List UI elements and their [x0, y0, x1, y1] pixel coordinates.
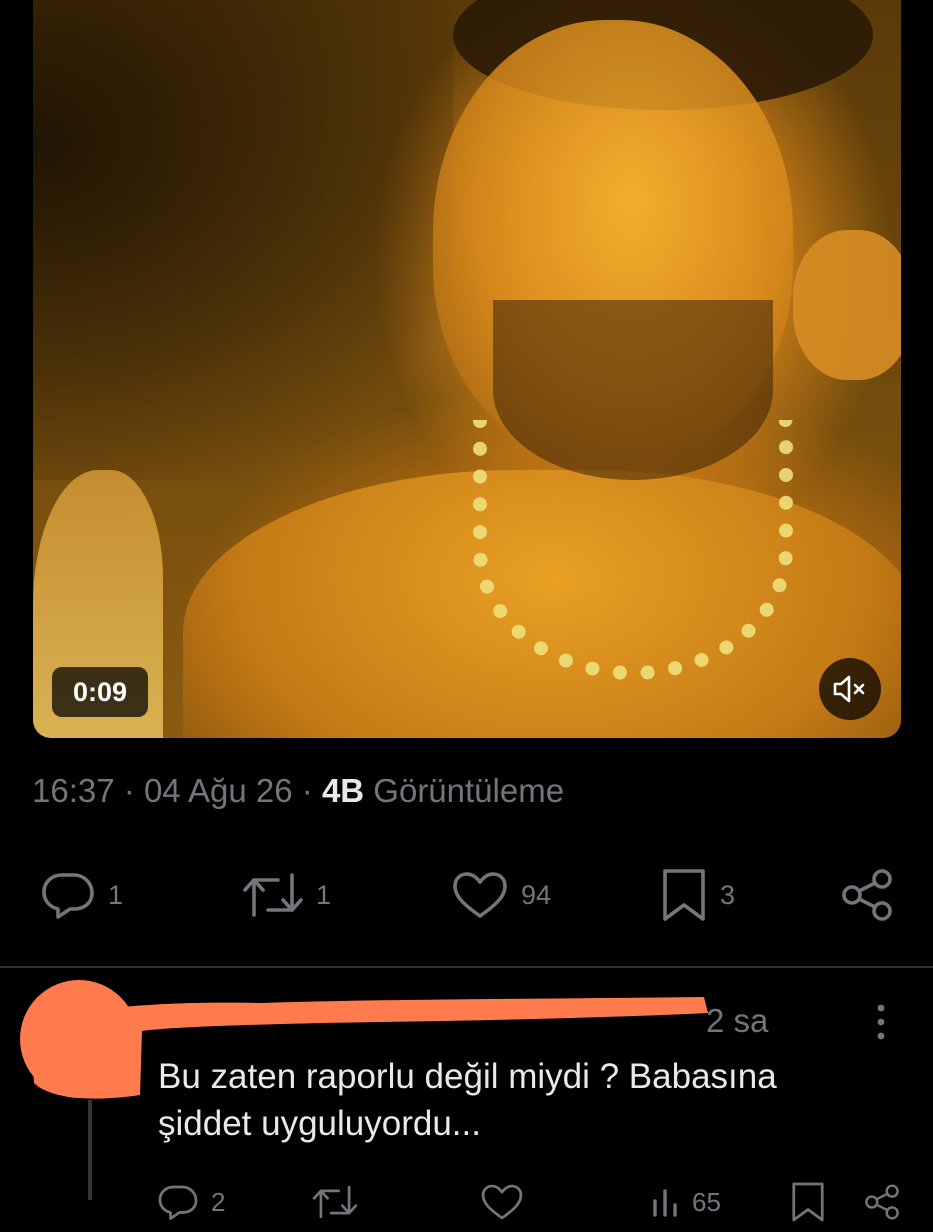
reply-button[interactable]: 1 [40, 865, 123, 925]
video-timer: 0:09 [52, 667, 149, 717]
reply-bookmark-button[interactable] [790, 1172, 826, 1232]
tweet-time[interactable]: 16:37 [32, 772, 115, 809]
like-count: 94 [521, 879, 552, 910]
reply-retweet-button[interactable] [312, 1172, 358, 1232]
meta-separator: · [123, 772, 135, 809]
share-button[interactable] [838, 865, 896, 925]
tweet-action-bar: 1 1 94 3 [0, 865, 933, 925]
reply-share-button[interactable] [862, 1172, 902, 1232]
bookmark-count: 3 [720, 879, 736, 910]
retweet-button[interactable]: 1 [242, 865, 331, 925]
bookmark-icon [663, 869, 705, 921]
share-icon [865, 1184, 899, 1220]
avatar[interactable] [20, 980, 138, 1098]
views-label: Görüntüleme [373, 772, 565, 809]
reply-views-count: 65 [692, 1186, 721, 1217]
tweet-video[interactable] [33, 0, 901, 738]
tweet-date[interactable]: 04 Ağu 26 [144, 772, 293, 809]
views-count[interactable]: 4B [322, 772, 364, 809]
thread-line [88, 1100, 92, 1200]
bookmark-icon [792, 1182, 824, 1222]
retweet-icon [243, 873, 303, 917]
bookmark-button[interactable]: 3 [660, 865, 735, 925]
speaker-muted-icon [833, 675, 865, 703]
share-icon [842, 869, 892, 921]
reply-text-line: şiddet uyguluyordu... [158, 1104, 481, 1143]
reply-time[interactable]: 2 sa [706, 1002, 768, 1040]
reply-count: 1 [108, 879, 124, 910]
mute-button[interactable] [819, 658, 881, 720]
section-divider [0, 966, 933, 968]
reply-icon [158, 1185, 198, 1220]
video-shadow [33, 0, 453, 480]
retweet-icon [312, 1185, 358, 1219]
like-icon [481, 1184, 523, 1220]
video-gold-chain [473, 420, 793, 680]
reply-reply-count: 2 [211, 1186, 226, 1217]
video-hand [793, 230, 901, 380]
meta-separator: · [301, 772, 313, 809]
tweet-meta: 16:37 · 04 Ağu 26 · 4B Görüntüleme [32, 772, 564, 810]
more-options-icon[interactable] [866, 1002, 896, 1042]
retweet-count: 1 [316, 879, 332, 910]
like-icon [453, 872, 507, 918]
reply-text: Bu zaten raporlu değil miydi ? Babasına … [158, 1053, 888, 1147]
reply-views-button[interactable]: 65 [650, 1172, 721, 1232]
reply-like-button[interactable] [480, 1172, 524, 1232]
like-button[interactable]: 94 [451, 865, 551, 925]
reply-text-line: Bu zaten raporlu değil miydi ? Babasına [158, 1057, 777, 1096]
views-icon [653, 1189, 677, 1217]
reply-icon [42, 873, 94, 919]
reply-reply-button[interactable]: 2 [157, 1172, 225, 1232]
